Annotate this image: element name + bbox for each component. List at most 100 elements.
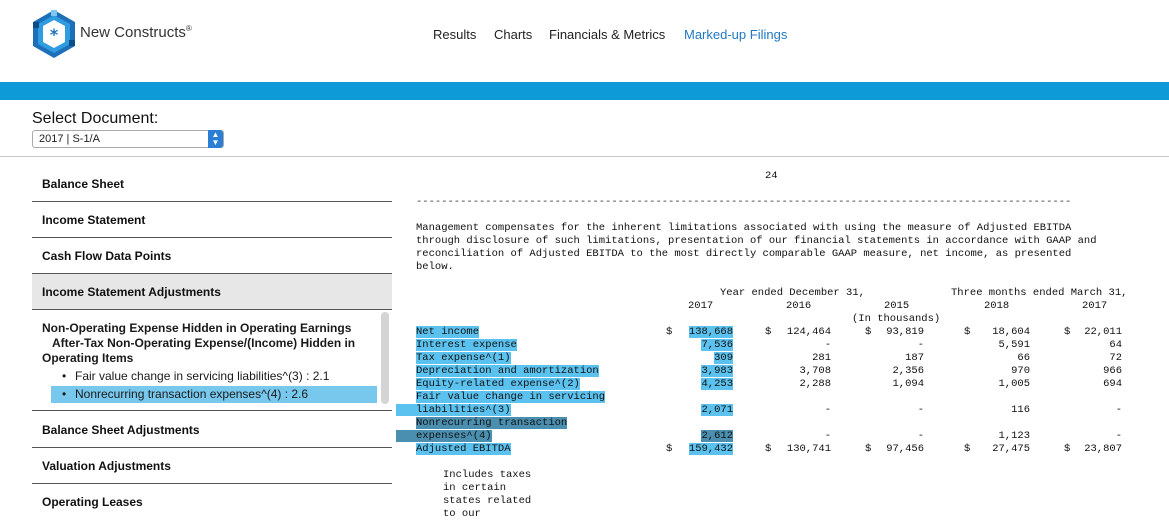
row-label-fair-value[interactable]: Fair value change in servicing <box>416 391 606 403</box>
paragraph-line: reconciliation of Adjusted EBITDA to the… <box>416 248 1072 260</box>
sidebar-item-valuation-adjustments[interactable]: Valuation Adjustments <box>32 448 392 484</box>
page-rule: ----------------------------------------… <box>416 196 1072 208</box>
document-select-value: 2017 | S-1/A <box>39 133 100 145</box>
row-label-nonrecurring-cont[interactable]: expenses^(4) <box>396 430 492 442</box>
dollar-sign: $ <box>666 326 673 338</box>
nav-charts[interactable]: Charts <box>494 27 532 42</box>
row-label-adjusted-ebitda[interactable]: Adjusted EBITDA <box>416 443 511 455</box>
page-number: 24 <box>765 170 778 182</box>
cell-ae-2017q: 23,807 <box>1084 443 1122 455</box>
cell-dep-2017[interactable]: 3,983 <box>701 365 733 377</box>
cell-ae-2015: 97,456 <box>886 443 924 455</box>
sidebar-item-cash-flow[interactable]: Cash Flow Data Points <box>32 238 392 274</box>
adjustment-item-nonrecurring[interactable]: Nonrecurring transaction expenses^(4) : … <box>51 386 377 403</box>
dollar-sign: $ <box>666 443 673 455</box>
dollar-sign: $ <box>765 443 772 455</box>
cell-fv-2016: - <box>824 404 831 416</box>
nav-results[interactable]: Results <box>433 27 476 42</box>
cell-interest-2018: 5,591 <box>998 339 1030 351</box>
cell-nt-2017[interactable]: 2,612 <box>701 430 733 442</box>
filing-document: 24 -------------------------------------… <box>396 166 1166 525</box>
cell-nt-2015: - <box>917 430 924 442</box>
document-select[interactable]: 2017 | S-1/A ▲ ▼ <box>32 130 224 148</box>
footnote-line: Includes taxes <box>443 469 532 481</box>
dollar-sign: $ <box>865 326 872 338</box>
sidebar-item-operating-leases[interactable]: Operating Leases <box>32 484 392 520</box>
row-label-equity-related[interactable]: Equity-related expense^(2) <box>416 378 580 390</box>
cell-net-income-2016: 124,464 <box>786 326 831 338</box>
cell-interest-2017[interactable]: 7,536 <box>701 339 733 351</box>
row-label-interest-expense[interactable]: Interest expense <box>416 339 517 351</box>
dollar-sign: $ <box>865 443 872 455</box>
footnote-line: states related <box>443 495 532 507</box>
nav-financials-metrics[interactable]: Financials & Metrics <box>549 27 665 42</box>
cell-interest-2017q: 64 <box>1109 339 1122 351</box>
row-label-tax-expense[interactable]: Tax expense^(1) <box>416 352 511 364</box>
cell-ae-2018: 27,475 <box>992 443 1030 455</box>
cell-tax-2015: 187 <box>905 352 924 364</box>
sidebar-item-income-statement[interactable]: Income Statement <box>32 202 392 238</box>
cell-fv-2015: - <box>917 404 924 416</box>
adjustment-category-title: Non-Operating Expense Hidden in Operatin… <box>42 321 356 365</box>
sidebar-item-balance-sheet[interactable]: Balance Sheet <box>32 166 392 202</box>
row-label-net-income[interactable]: Net income <box>416 326 480 338</box>
col-header-2017-q: 2017 <box>1082 300 1108 312</box>
cell-ae-2017[interactable]: 159,432 <box>688 443 733 455</box>
three-months-header: Three months ended March 31, <box>951 287 1128 299</box>
select-document-label: Select Document: <box>32 110 159 127</box>
cell-tax-2017[interactable]: 309 <box>714 352 733 364</box>
cell-dep-2016: 3,708 <box>799 365 831 377</box>
cell-equity-2015: 1,094 <box>892 378 924 390</box>
select-updown-icon: ▲ ▼ <box>208 130 223 148</box>
cell-tax-2017q: 72 <box>1109 352 1122 364</box>
footnote-line: in certain <box>443 482 507 494</box>
sidebar-item-income-statement-adjustments[interactable]: Income Statement Adjustments <box>32 274 392 310</box>
cell-equity-2018: 1,005 <box>998 378 1030 390</box>
sidebar-item-balance-sheet-adjustments[interactable]: Balance Sheet Adjustments <box>32 412 392 448</box>
dollar-sign: $ <box>1064 443 1071 455</box>
year-ended-header: Year ended December 31, <box>720 287 865 299</box>
cell-tax-2018: 66 <box>1017 352 1030 364</box>
cell-ae-2016: 130,741 <box>786 443 831 455</box>
cell-dep-2015: 2,356 <box>892 365 924 377</box>
unit-label: (In thousands) <box>852 313 941 325</box>
divider <box>0 156 1169 157</box>
adjustment-detail-panel: Non-Operating Expense Hidden in Operatin… <box>32 311 392 411</box>
cell-nt-2018: 1,123 <box>998 430 1030 442</box>
paragraph-line: through disclosure of such limitations, … <box>416 235 1097 247</box>
cell-fv-2017q: - <box>1115 404 1122 416</box>
sidebar-scrollbar[interactable] <box>381 312 389 404</box>
adjustment-item-fair-value[interactable]: Fair value change in servicing liabiliti… <box>51 368 377 385</box>
row-label-fair-value-cont[interactable]: liabilities^(3) <box>396 404 511 416</box>
cell-equity-2016: 2,288 <box>799 378 831 390</box>
dollar-sign: $ <box>765 326 772 338</box>
dollar-sign: $ <box>964 443 971 455</box>
cell-interest-2016: - <box>824 339 831 351</box>
cell-interest-2015: - <box>917 339 924 351</box>
cell-dep-2017q: 966 <box>1103 365 1122 377</box>
top-header: * New Constructs® Results Charts Financi… <box>0 0 1169 82</box>
accent-bar <box>0 82 1169 100</box>
footnote-line: to our <box>443 508 481 520</box>
cell-nt-2017q: - <box>1115 430 1122 442</box>
col-header-2015: 2015 <box>884 300 910 312</box>
dollar-sign: $ <box>964 326 971 338</box>
main-nav: Results Charts Financials & Metrics Mark… <box>0 27 1169 47</box>
cell-fv-2018: 116 <box>1011 404 1030 416</box>
cell-net-income-2015: 93,819 <box>886 326 924 338</box>
col-header-2016: 2016 <box>786 300 812 312</box>
row-label-depreciation[interactable]: Depreciation and amortization <box>416 365 599 377</box>
col-header-2017: 2017 <box>688 300 714 312</box>
row-label-nonrecurring[interactable]: Nonrecurring transaction <box>416 417 568 429</box>
cell-equity-2017[interactable]: 4,253 <box>701 378 733 390</box>
cell-equity-2017q: 694 <box>1103 378 1122 390</box>
nav-marked-up-filings[interactable]: Marked-up Filings <box>684 27 787 42</box>
cell-fv-2017[interactable]: 2,071 <box>701 404 733 416</box>
cell-net-income-2018: 18,604 <box>992 326 1030 338</box>
cell-net-income-2017q: 22,011 <box>1084 326 1122 338</box>
cell-net-income-2017[interactable]: 138,668 <box>688 326 733 338</box>
paragraph-line: below. <box>416 261 454 273</box>
cell-dep-2018: 970 <box>1011 365 1030 377</box>
col-header-2018: 2018 <box>984 300 1010 312</box>
paragraph-line: Management compensates for the inherent … <box>416 222 1072 234</box>
